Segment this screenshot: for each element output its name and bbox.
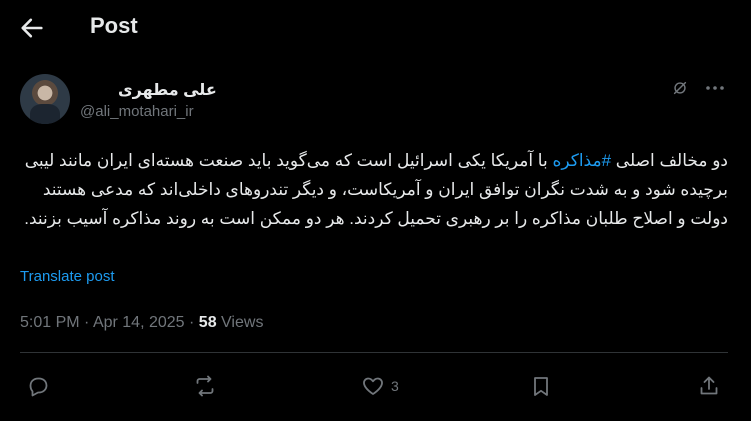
author-handle[interactable]: @ali_motahari_ir bbox=[80, 103, 194, 120]
page-title: Post bbox=[90, 13, 138, 38]
repost-icon bbox=[196, 375, 214, 397]
meta-separator: · bbox=[189, 314, 195, 331]
more-options-icon[interactable] bbox=[703, 79, 727, 97]
grok-icon[interactable] bbox=[671, 79, 689, 97]
top-bar: Post bbox=[0, 0, 751, 54]
post-time[interactable]: 5:01 PM bbox=[20, 314, 80, 331]
reply-button[interactable] bbox=[26, 373, 50, 399]
meta-separator: · bbox=[84, 314, 90, 331]
like-count: 3 bbox=[391, 378, 399, 394]
translate-post-link[interactable]: Translate post bbox=[20, 268, 115, 285]
author-name[interactable]: علی مطهری bbox=[118, 80, 217, 100]
hashtag-link[interactable]: #مذاکره bbox=[552, 151, 611, 170]
divider bbox=[20, 352, 728, 353]
post-date[interactable]: Apr 14, 2025 bbox=[93, 314, 185, 331]
views-label: Views bbox=[221, 314, 264, 331]
bookmark-button[interactable] bbox=[529, 373, 553, 399]
repost-button[interactable] bbox=[193, 373, 217, 399]
action-bar: 3 bbox=[0, 366, 751, 406]
post-meta: 5:01 PM · Apr 14, 2025 · 58 Views bbox=[20, 314, 263, 332]
heart-icon bbox=[363, 377, 383, 395]
like-button[interactable]: 3 bbox=[361, 373, 399, 399]
bookmark-icon bbox=[534, 377, 548, 396]
share-icon bbox=[700, 376, 718, 395]
avatar[interactable] bbox=[20, 74, 70, 124]
reply-icon bbox=[29, 377, 48, 397]
post-text: دو مخالف اصلی #مذاکره با آمریکا یکی اسرا… bbox=[20, 146, 728, 233]
share-button[interactable] bbox=[697, 373, 721, 399]
back-arrow-icon[interactable] bbox=[18, 14, 46, 42]
post-text-before: دو مخالف اصلی bbox=[611, 151, 728, 170]
views-count: 58 bbox=[198, 314, 217, 331]
